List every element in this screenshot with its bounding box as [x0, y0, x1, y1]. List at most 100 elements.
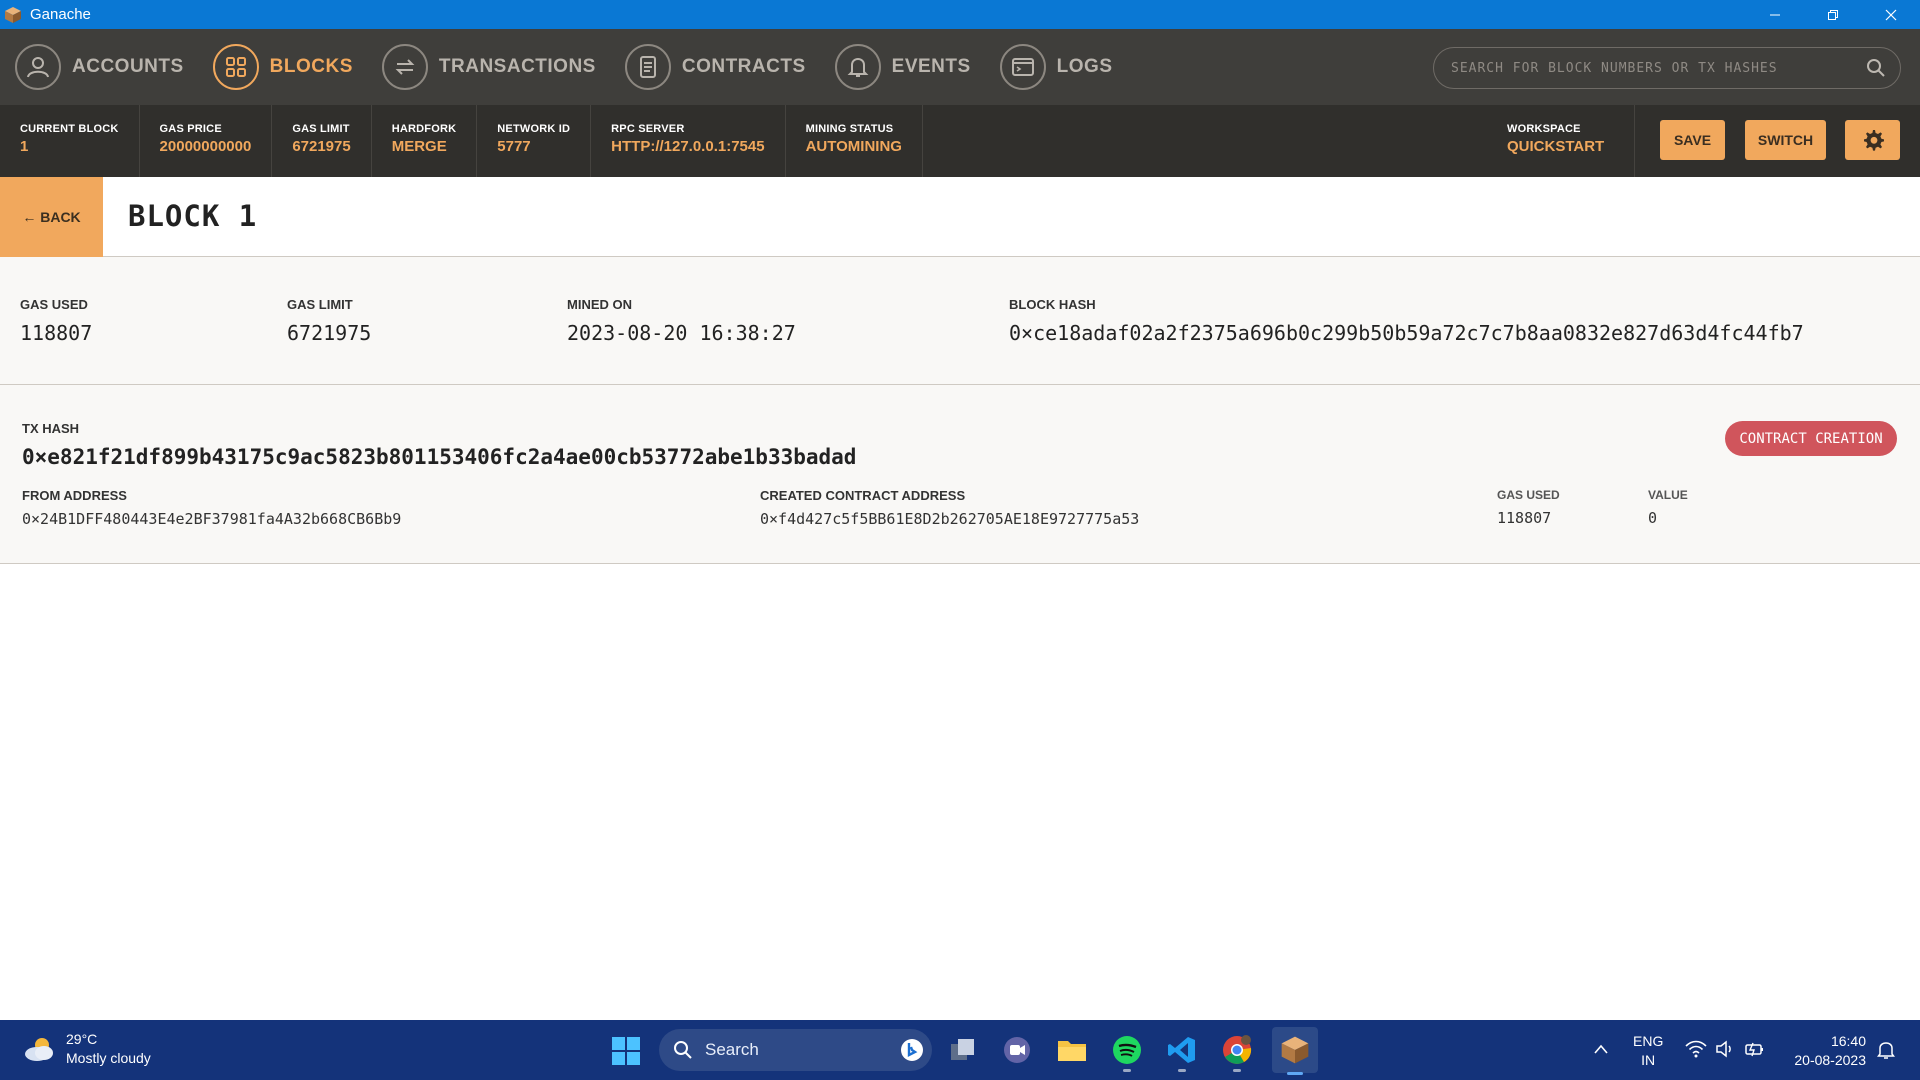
- chrome-icon: [1223, 1035, 1252, 1064]
- taskbar-search[interactable]: Search: [659, 1029, 932, 1071]
- taskbar-teams[interactable]: [997, 1030, 1037, 1070]
- tx-gas-used: GAS USED 118807: [1497, 488, 1560, 527]
- stat-gas-price: GAS PRICE 20000000000: [140, 105, 273, 177]
- field-label: MINED ON: [567, 297, 632, 312]
- cloudy-weather-icon: [25, 1038, 53, 1061]
- logs-icon: [1011, 58, 1034, 76]
- battery-icon[interactable]: [1744, 1040, 1766, 1058]
- window-title: Ganache: [30, 6, 91, 23]
- stat-value: 20000000000: [159, 138, 252, 155]
- region-code: IN: [1641, 1052, 1656, 1068]
- nav-events[interactable]: EVENTS: [834, 44, 971, 90]
- wifi-icon[interactable]: [1685, 1040, 1707, 1058]
- contracts-icon: [639, 56, 656, 78]
- weather-widget[interactable]: 29°C Mostly cloudy: [22, 1030, 151, 1068]
- clock-time: 16:40: [1830, 1033, 1866, 1049]
- stat-gas-limit: GAS LIMIT 6721975: [272, 105, 372, 177]
- stat-value: 6721975: [292, 138, 351, 155]
- nav-events-label: EVENTS: [891, 56, 971, 77]
- close-window-button[interactable]: [1862, 0, 1920, 29]
- field-value: 0×ce18adaf02a2f2375a696b0c299b50b59a72c7…: [1009, 321, 1804, 345]
- stat-label: HARDFORK: [391, 123, 457, 135]
- bell-icon: [847, 57, 869, 77]
- running-indicator: [1178, 1069, 1186, 1072]
- switch-button[interactable]: SWITCH: [1745, 120, 1826, 160]
- taskbar-ganache[interactable]: [1272, 1027, 1318, 1075]
- task-view-icon: [951, 1039, 974, 1060]
- stat-label: MINING STATUS: [805, 123, 894, 135]
- stat-label: NETWORK ID: [497, 123, 571, 135]
- close-icon: [1885, 9, 1897, 20]
- stats-bar: CURRENT BLOCK 1 GAS PRICE 20000000000 GA…: [0, 105, 1920, 177]
- block-details: GAS USED 118807 GAS LIMIT 6721975 MINED …: [0, 257, 1920, 385]
- vscode-icon: [1168, 1037, 1195, 1063]
- block-header: ← BACK BLOCK 1: [0, 177, 1920, 257]
- save-button[interactable]: SAVE: [1660, 120, 1725, 160]
- stat-value: MERGE: [391, 138, 447, 155]
- taskbar-search-label: Search: [705, 1040, 759, 1059]
- gear-icon: [1863, 130, 1884, 151]
- teams-chat-icon: [1004, 1037, 1030, 1063]
- nav-logs[interactable]: LOGS: [999, 44, 1113, 90]
- nav-transactions[interactable]: TRANSACTIONS: [381, 44, 596, 90]
- block-mined-on: MINED ON 2023-08-20 16:38:27: [567, 297, 796, 345]
- nav-blocks[interactable]: BLOCKS: [212, 44, 353, 90]
- notification-icon[interactable]: [1876, 1040, 1896, 1060]
- stat-mining-status: MINING STATUS AUTOMINING: [786, 105, 923, 177]
- language-indicator[interactable]: ENG IN: [1633, 1032, 1663, 1070]
- field-label: GAS LIMIT: [287, 297, 353, 312]
- chevron-up-icon[interactable]: [1593, 1043, 1609, 1055]
- taskbar-spotify[interactable]: [1107, 1030, 1147, 1072]
- restore-icon: [1828, 9, 1838, 20]
- running-indicator: [1233, 1069, 1241, 1072]
- search-icon[interactable]: [1866, 58, 1886, 78]
- field-label: BLOCK HASH: [1009, 297, 1096, 312]
- stat-label: RPC SERVER: [611, 123, 685, 135]
- bing-icon: [901, 1039, 923, 1061]
- stat-label: CURRENT BLOCK: [20, 123, 119, 135]
- field-value: 0×24B1DFF480443E4e2BF37981fa4A32b668CB6B…: [22, 510, 402, 528]
- stat-rpc-server: RPC SERVER HTTP://127.0.0.1:7545: [591, 105, 786, 177]
- settings-button[interactable]: [1845, 120, 1900, 160]
- stat-value: 5777: [497, 138, 531, 155]
- taskbar-chrome[interactable]: [1217, 1030, 1257, 1072]
- tx-value: VALUE 0: [1648, 488, 1688, 527]
- restore-button[interactable]: [1804, 0, 1862, 29]
- back-button[interactable]: ← BACK: [0, 177, 103, 257]
- blocks-icon: [225, 57, 246, 77]
- windows-start-icon[interactable]: [611, 1036, 641, 1066]
- taskbar: 29°C Mostly cloudy Search ENG IN 16:40 2…: [0, 1020, 1920, 1080]
- volume-icon[interactable]: [1715, 1040, 1735, 1058]
- nav-transactions-label: TRANSACTIONS: [438, 56, 596, 77]
- account-icon: [27, 57, 49, 78]
- stat-current-block: CURRENT BLOCK 1: [0, 105, 140, 177]
- field-value: 0×f4d427c5f5BB61E8D2b262705AE18E9727775a…: [760, 510, 1140, 528]
- active-indicator: [1287, 1072, 1303, 1075]
- clock-date: 20-08-2023: [1794, 1052, 1866, 1068]
- nav-contracts[interactable]: CONTRACTS: [624, 44, 806, 90]
- taskbar-file-explorer[interactable]: [1052, 1030, 1092, 1070]
- nav-accounts[interactable]: ACCOUNTS: [15, 44, 184, 90]
- block-hash: BLOCK HASH 0×ce18adaf02a2f2375a696b0c299…: [1009, 297, 1804, 345]
- search-input[interactable]: [1449, 59, 1849, 77]
- tx-type-badge: CONTRACT CREATION: [1725, 421, 1897, 456]
- block-gas-limit: GAS LIMIT 6721975: [287, 297, 371, 345]
- transaction-row[interactable]: TX HASH 0×e821f21df899b43175c9ac5823b801…: [0, 385, 1920, 564]
- stat-workspace: WORKSPACE QUICKSTART: [1487, 105, 1635, 177]
- stat-label: GAS PRICE: [159, 123, 222, 135]
- tx-from-address: FROM ADDRESS 0×24B1DFF480443E4e2BF37981f…: [22, 488, 401, 528]
- search-icon: [674, 1041, 692, 1059]
- ganache-app-icon: [1281, 1036, 1309, 1064]
- system-clock[interactable]: 16:40 20-08-2023: [1786, 1032, 1866, 1070]
- transactions-icon: [395, 59, 415, 75]
- taskbar-task-view[interactable]: [943, 1030, 983, 1070]
- running-indicator: [1123, 1069, 1131, 1072]
- search-box[interactable]: [1433, 47, 1901, 89]
- field-label: FROM ADDRESS: [22, 488, 127, 503]
- minimize-button[interactable]: [1746, 0, 1804, 29]
- tx-hash-value: 0×e821f21df899b43175c9ac5823b801153406fc…: [22, 445, 857, 469]
- taskbar-vscode[interactable]: [1162, 1030, 1202, 1072]
- field-value: 118807: [20, 321, 93, 345]
- field-label: GAS USED: [20, 297, 88, 312]
- field-label: TX HASH: [22, 421, 80, 436]
